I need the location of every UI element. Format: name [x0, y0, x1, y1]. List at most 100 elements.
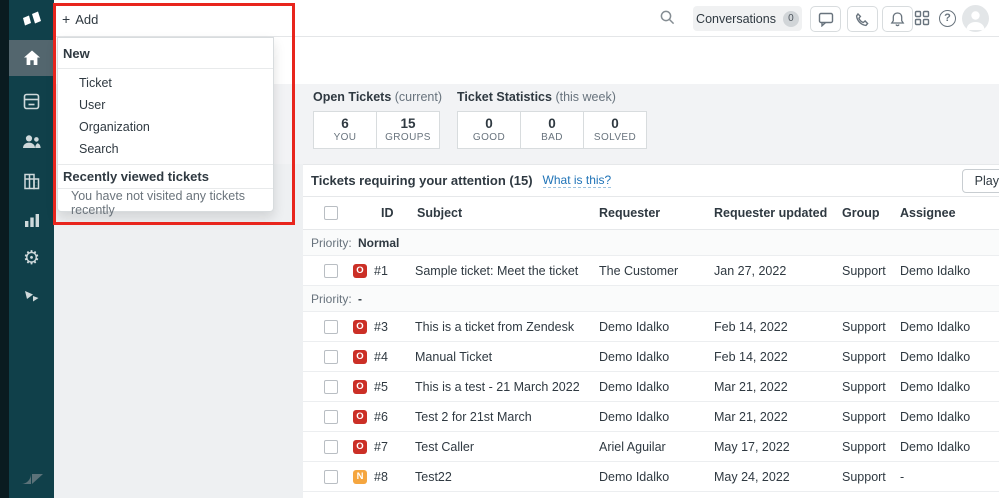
ticket-group: Support [842, 380, 886, 394]
reporting-icon [24, 214, 39, 227]
table-row[interactable]: O #3 This is a ticket from Zendesk Demo … [303, 312, 999, 342]
ticket-statistics-title: Ticket Statistics (this week) [457, 90, 647, 104]
ticket-updated: Feb 14, 2022 [714, 350, 788, 364]
phone-icon [855, 12, 869, 26]
status-badge: N [353, 470, 367, 484]
add-button[interactable]: + Add [62, 8, 98, 30]
table-row[interactable]: N #8 Test22 Demo Idalko May 24, 2022 Sup… [303, 462, 999, 492]
what-is-this-link[interactable]: What is this? [542, 173, 612, 188]
attention-header: Tickets requiring your attention (15) Wh… [303, 165, 999, 197]
stat-box-solved[interactable]: 0 SOLVED [583, 111, 647, 149]
help-icon[interactable]: ? [939, 10, 956, 27]
row-checkbox[interactable] [324, 440, 338, 454]
status-badge: O [353, 350, 367, 364]
stat-label: GOOD [472, 132, 506, 143]
search-icon[interactable] [659, 9, 676, 29]
status-badge: O [353, 440, 367, 454]
sidebar-item-apps[interactable] [9, 278, 54, 314]
ticket-subject: Test22 [415, 470, 452, 484]
ticket-id: #7 [374, 440, 388, 454]
ticket-updated: Feb 14, 2022 [714, 320, 788, 334]
menu-item-user[interactable]: User [58, 94, 273, 116]
ticket-assignee: Demo Idalko [900, 410, 971, 424]
attention-title: Tickets requiring your attention (15) [311, 173, 533, 188]
row-checkbox[interactable] [324, 470, 338, 484]
ticket-subject: Manual Ticket [415, 350, 493, 364]
table-row[interactable]: O #4 Manual Ticket Demo Idalko Feb 14, 2… [303, 342, 999, 372]
ticket-id: #1 [374, 264, 388, 278]
table-row[interactable]: O #1 Sample ticket: Meet the ticket The … [303, 256, 999, 286]
menu-section-recent: Recently viewed tickets [58, 164, 273, 189]
gear-icon: ⚙ [22, 247, 41, 269]
play-button[interactable]: Play [961, 169, 999, 193]
table-row[interactable]: O #5 This is a test - 21 March 2022 Demo… [303, 372, 999, 402]
stat-box-bad[interactable]: 0 BAD [520, 111, 584, 149]
conversations-button[interactable]: Conversations 0 [693, 6, 802, 31]
phone-button[interactable] [847, 6, 878, 32]
ticket-subject: This is a test - 21 March 2022 [415, 380, 580, 394]
sidebar-item-organizations[interactable] [9, 163, 54, 199]
ticket-group: Support [842, 350, 886, 364]
zendesk-app: ⚙ + Add Conversations 0 ? Open Tickets (… [0, 0, 999, 498]
table-row[interactable]: O #6 Test 2 for 21st March Demo Idalko M… [303, 402, 999, 432]
sidebar-item-views[interactable] [9, 83, 54, 119]
row-checkbox[interactable] [324, 264, 338, 278]
priority-group-normal: Priority: Normal [303, 230, 999, 256]
ticket-subject: Test Caller [415, 440, 475, 454]
chat-button[interactable] [810, 6, 841, 32]
header-group[interactable]: Group [842, 206, 880, 220]
stat-value: 15 [400, 116, 416, 131]
row-checkbox[interactable] [324, 320, 338, 334]
ticket-updated: Mar 21, 2022 [714, 410, 788, 424]
sidebar-item-admin[interactable]: ⚙ [9, 240, 54, 276]
sidebar-rail [0, 0, 9, 498]
ticket-requester: Demo Idalko [599, 380, 670, 394]
header-assignee[interactable]: Assignee [900, 206, 956, 220]
sidebar: ⚙ [0, 0, 54, 498]
ticket-requester: The Customer [599, 264, 679, 278]
header-requester-updated[interactable]: Requester updated [714, 206, 827, 220]
sidebar-item-customers[interactable] [9, 123, 54, 159]
ticket-updated: May 24, 2022 [714, 470, 790, 484]
bell-icon [890, 12, 905, 27]
menu-item-search[interactable]: Search [58, 138, 273, 160]
tickets-panel: Tickets requiring your attention (15) Wh… [303, 164, 999, 498]
sidebar-item-reporting[interactable] [9, 202, 54, 238]
group-prefix: Priority: [311, 236, 352, 250]
ticket-statistics-stats: Ticket Statistics (this week) 0 GOOD 0 B… [457, 90, 647, 149]
avatar[interactable] [962, 5, 989, 32]
row-checkbox[interactable] [324, 380, 338, 394]
status-badge: O [353, 410, 367, 424]
apps-icon [24, 291, 38, 302]
stat-label: GROUPS [385, 132, 431, 143]
ticket-group: Support [842, 410, 886, 424]
ticket-statistics-title-text: Ticket Statistics [457, 90, 552, 104]
add-button-label: Add [75, 11, 99, 27]
customers-icon [23, 134, 41, 148]
ticket-assignee: Demo Idalko [900, 350, 971, 364]
apps-grid-icon[interactable] [914, 10, 930, 29]
open-tickets-title-text: Open Tickets [313, 90, 392, 104]
stat-label: SOLVED [593, 132, 637, 143]
menu-item-organization[interactable]: Organization [58, 116, 273, 138]
stat-box-good[interactable]: 0 GOOD [457, 111, 521, 149]
status-badge: O [353, 380, 367, 394]
select-all-checkbox[interactable] [324, 206, 338, 220]
views-icon [23, 93, 40, 109]
row-checkbox[interactable] [324, 410, 338, 424]
table-row[interactable]: O #7 Test Caller Ariel Aguilar May 17, 2… [303, 432, 999, 462]
stat-box-groups[interactable]: 15 GROUPS [376, 111, 440, 149]
header-subject[interactable]: Subject [417, 206, 462, 220]
menu-item-ticket[interactable]: Ticket [58, 72, 273, 94]
ticket-requester: Demo Idalko [599, 470, 670, 484]
open-tickets-qualifier: (current) [394, 90, 442, 104]
stat-value: 0 [485, 116, 493, 131]
sidebar-item-home[interactable] [9, 40, 54, 76]
notifications-button[interactable] [882, 6, 913, 32]
header-id[interactable]: ID [381, 206, 394, 220]
stat-box-you[interactable]: 6 YOU [313, 111, 377, 149]
row-checkbox[interactable] [324, 350, 338, 364]
group-value: - [358, 292, 363, 306]
conversations-count-badge: 0 [782, 10, 799, 27]
header-requester[interactable]: Requester [599, 206, 660, 220]
